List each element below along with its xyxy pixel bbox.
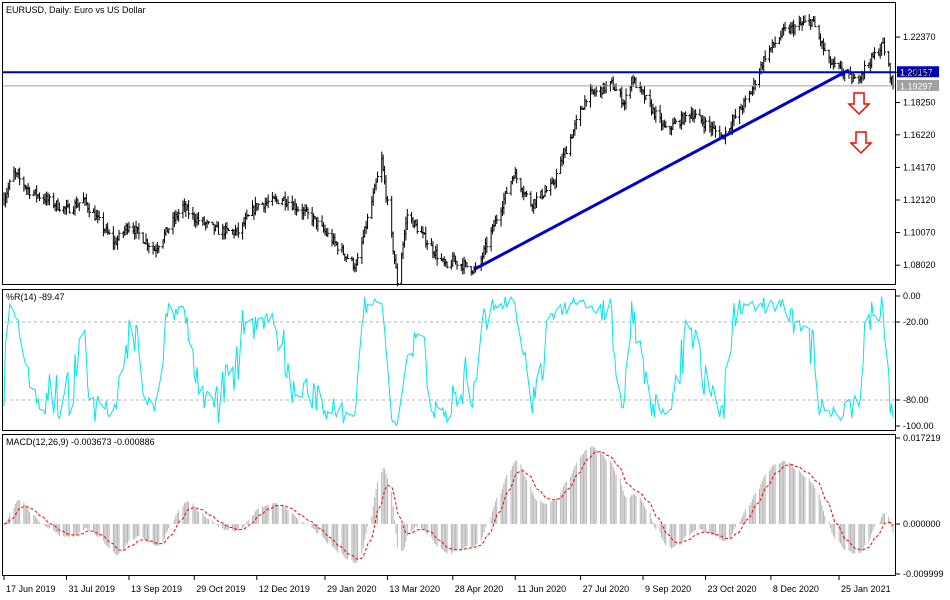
current-price-label: 1.19297 bbox=[900, 81, 933, 91]
time-axis-label: 11 Jun 2020 bbox=[517, 584, 566, 594]
macd-panel-frame bbox=[2, 434, 896, 576]
time-axis-label: 8 Dec 2020 bbox=[773, 584, 819, 594]
price-axis-label: 1.16220 bbox=[903, 130, 936, 140]
macd-axis-label: -0.009999 bbox=[903, 569, 944, 579]
time-axis-label: 9 Sep 2020 bbox=[645, 584, 691, 594]
time-axis-label: 27 Jul 2020 bbox=[583, 584, 630, 594]
price-axis-label: 1.18250 bbox=[903, 98, 936, 108]
macd-title: MACD(12,26,9) -0.003673 -0.000886 bbox=[6, 437, 155, 447]
wpr-series bbox=[3, 295, 895, 427]
time-axis-label: 13 Mar 2020 bbox=[389, 584, 440, 594]
price-panel-frame bbox=[2, 2, 896, 285]
price-axis-label: 1.20157 bbox=[903, 67, 936, 77]
chart-stage: 1.201571.19297 1.223701.201571.182501.16… bbox=[2, 2, 944, 594]
ascending-trend-line bbox=[473, 68, 850, 271]
wpr-axis-label: -100.00 bbox=[903, 421, 934, 431]
time-axis-label: 17 Jun 2019 bbox=[6, 584, 56, 594]
time-axis-label: 29 Jan 2020 bbox=[327, 584, 377, 594]
price-axis-label: 1.14170 bbox=[903, 162, 936, 172]
macd-axis-label: 0.017219 bbox=[903, 433, 941, 443]
time-axis-label: 12 Dec 2019 bbox=[259, 584, 310, 594]
wpr-title: %R(14) -89.47 bbox=[6, 292, 65, 302]
price-axis-label: 1.10070 bbox=[903, 228, 936, 238]
price-title: EURUSD, Daily: Euro vs US Dollar bbox=[6, 5, 146, 15]
wpr-axis-label: 0.00 bbox=[903, 291, 921, 301]
macd-axis: 0.017219 0.000000 -0.009999 bbox=[896, 433, 944, 579]
price-axis-label: 1.12120 bbox=[903, 195, 936, 205]
time-axis-label: 23 Oct 2020 bbox=[708, 584, 757, 594]
wpr-line bbox=[3, 295, 894, 427]
macd-series bbox=[3, 446, 894, 564]
price-axis-label: 1.22370 bbox=[903, 32, 936, 42]
wpr-axis: 0.00 -20.00 -80.00 -100.00 bbox=[896, 291, 934, 431]
wpr-panel-frame bbox=[2, 289, 896, 431]
time-axis-label: 31 Jul 2019 bbox=[68, 584, 115, 594]
wpr-axis-label: -80.00 bbox=[903, 395, 929, 405]
down-arrow-icon bbox=[849, 131, 873, 155]
down-arrow-icon bbox=[847, 92, 871, 116]
wpr-axis-label: -20.00 bbox=[903, 317, 929, 327]
macd-axis-label: 0.000000 bbox=[903, 519, 941, 529]
time-axis-label: 28 Apr 2020 bbox=[455, 584, 504, 594]
time-axis: 17 Jun 2019 31 Jul 2019 13 Sep 2019 29 Oct … bbox=[3, 576, 891, 594]
price-axis-label: 1.08020 bbox=[903, 260, 936, 270]
time-axis-label: 13 Sep 2019 bbox=[131, 584, 182, 594]
time-axis-label: 25 Jan 2021 bbox=[841, 584, 891, 594]
price-candles bbox=[3, 13, 895, 287]
time-axis-label: 29 Oct 2019 bbox=[196, 584, 245, 594]
